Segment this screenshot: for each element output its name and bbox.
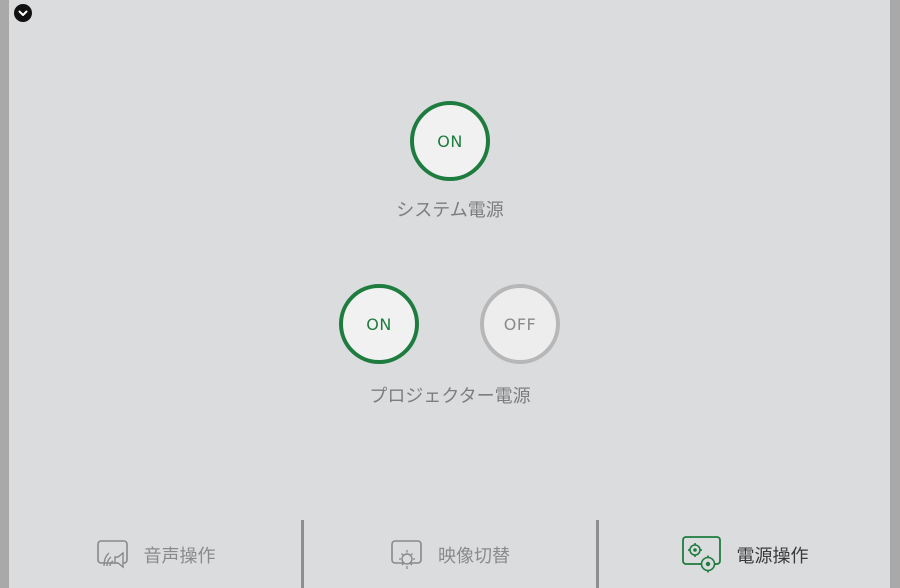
collapse-button[interactable] <box>14 4 32 22</box>
system-power-on-label: ON <box>437 131 463 151</box>
projector-power-off-button[interactable]: OFF <box>480 284 560 364</box>
system-power-on-button[interactable]: ON <box>410 101 490 181</box>
audio-icon <box>96 540 128 569</box>
projector-power-on-button[interactable]: ON <box>339 284 419 364</box>
video-source-icon <box>391 540 422 569</box>
control-panel: ON システム電源 ON OFF プロジェクター電源 音声操作 映像切替 電源操… <box>9 0 890 588</box>
chevron-down-icon <box>18 10 28 16</box>
tab-video[interactable]: 映像切替 <box>304 522 596 588</box>
tab-power[interactable]: 電源操作 <box>599 522 890 588</box>
tab-video-label: 映像切替 <box>438 546 510 567</box>
projector-power-off-label: OFF <box>503 314 537 334</box>
tab-audio[interactable]: 音声操作 <box>9 522 302 588</box>
projector-power-on-label: ON <box>366 314 392 334</box>
tab-power-label: 電源操作 <box>736 546 809 567</box>
system-power-label: システム電源 <box>396 200 504 221</box>
tab-audio-label: 音声操作 <box>143 546 216 567</box>
projector-power-label: プロジェクター電源 <box>369 386 531 407</box>
power-settings-icon <box>681 536 721 573</box>
